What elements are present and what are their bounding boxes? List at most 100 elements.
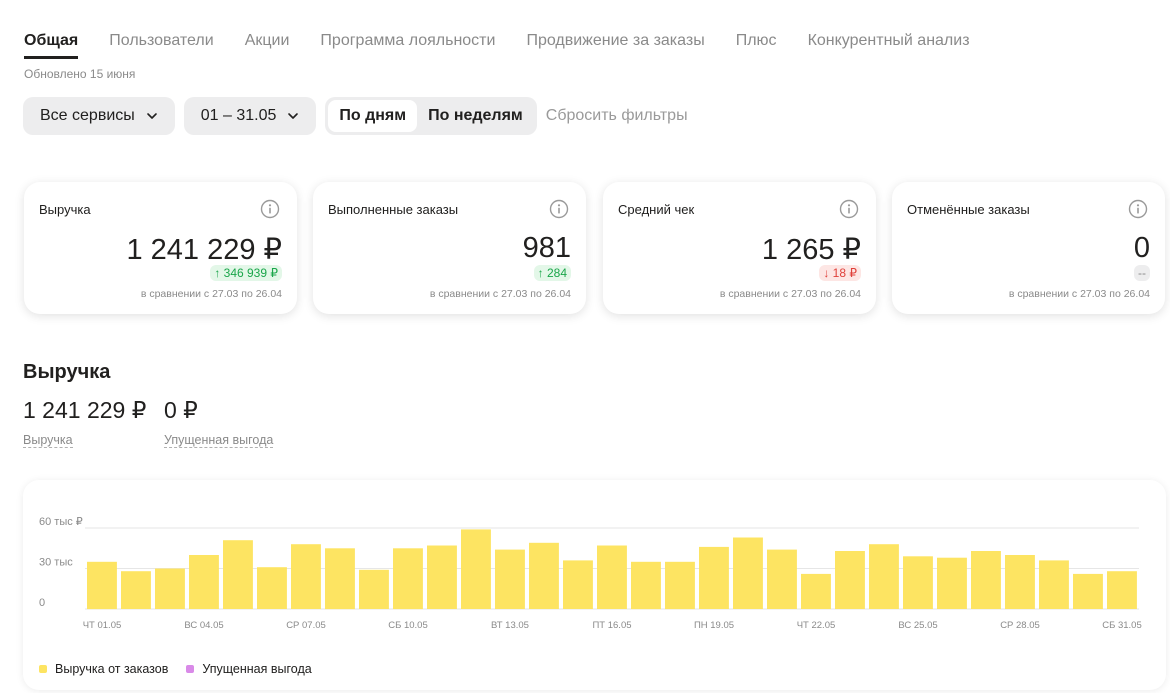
card-title: Средний чек (618, 202, 695, 217)
y-tick-label: 60 тыс ₽ (39, 516, 83, 528)
card-title: Отменённые заказы (907, 202, 1030, 217)
bar[interactable] (835, 551, 865, 609)
section-title: Выручка (23, 361, 111, 383)
card-average-check: Средний чек 1 265 ₽ ↓ 18 ₽ в сравнении с… (603, 182, 876, 314)
x-tick-label: ЧТ 22.05 (797, 620, 836, 631)
by-day-button[interactable]: По дням (328, 100, 418, 132)
bar[interactable] (291, 544, 321, 609)
bar[interactable] (631, 561, 661, 610)
card-title: Выполненные заказы (328, 202, 459, 217)
legend-swatch (39, 665, 47, 673)
reset-filters-link[interactable]: Сбросить фильтры (546, 107, 688, 125)
bar[interactable] (461, 529, 491, 609)
service-dropdown[interactable]: Все сервисы (23, 97, 175, 135)
x-tick-label: ПТ 16.05 (592, 620, 631, 631)
tab-loyalty[interactable]: Программа лояльности (320, 32, 495, 59)
bar[interactable] (393, 548, 423, 610)
info-icon[interactable] (1128, 199, 1148, 219)
tab-plus[interactable]: Плюс (736, 32, 777, 59)
bar[interactable] (903, 556, 933, 609)
revenue-chart: 60 тыс ₽ 30 тыс 0 ЧТ 01.05 ВС 04.05 СР 07.05 С… (23, 480, 1166, 690)
chart-legend: Выручка от заказов Упущенная выгода (39, 662, 312, 676)
bar[interactable] (597, 545, 627, 610)
x-tick-label: СР 07.05 (286, 620, 326, 631)
tab-general[interactable]: Общая (24, 32, 79, 59)
updated-date: Обновлено 15 июня (24, 67, 136, 81)
y-tick-label: 0 (39, 597, 45, 609)
bar[interactable] (87, 561, 117, 610)
x-tick-label: СБ 10.05 (388, 620, 428, 631)
comparison-period: в сравнении с 27.03 по 26.04 (429, 288, 571, 300)
comparison-period: в сравнении с 27.03 по 26.04 (1008, 288, 1150, 300)
card-cancelled-orders: Отменённые заказы 0 -- в сравнении с 27.… (892, 182, 1165, 314)
tab-order-promotion[interactable]: Продвижение за заказы (526, 32, 704, 59)
bar[interactable] (189, 555, 219, 609)
period-dropdown[interactable]: 01 – 31.05 (183, 97, 317, 135)
legend-item-lost-profit[interactable]: Упущенная выгода (186, 662, 312, 676)
bar[interactable] (427, 545, 457, 610)
period-dropdown-label: 01 – 31.05 (200, 107, 277, 124)
x-tick-label: ВС 25.05 (898, 620, 937, 631)
bar[interactable] (529, 542, 559, 609)
card-revenue: Выручка 1 241 229 ₽ ↑ 346 939 ₽ в сравне… (24, 182, 297, 314)
legend-label: Выручка от заказов (55, 662, 169, 676)
bar[interactable] (121, 571, 151, 609)
lost-profit-metric-toggle[interactable]: Упущенная выгода (164, 433, 274, 448)
chevron-down-icon (288, 113, 299, 119)
bar[interactable] (665, 561, 695, 610)
bar[interactable] (359, 569, 389, 609)
card-value: 981 (522, 232, 571, 264)
lost-profit-total: 0 ₽ (164, 397, 198, 423)
bar[interactable] (733, 537, 763, 610)
tab-competitor-analysis[interactable]: Конкурентный анализ (808, 32, 970, 59)
delta-badge: ↓ 18 ₽ (819, 265, 861, 281)
info-icon[interactable] (260, 199, 280, 219)
bar[interactable] (801, 573, 831, 609)
delta-badge: ↑ 346 939 ₽ (210, 265, 282, 281)
x-tick-label: ЧТ 01.05 (83, 620, 122, 631)
chevron-down-icon (146, 113, 157, 119)
x-tick-label: ВТ 13.05 (491, 620, 529, 631)
bar[interactable] (495, 549, 525, 609)
bar[interactable] (971, 551, 1001, 609)
delta-badge: -- (1134, 265, 1150, 281)
bar[interactable] (937, 557, 967, 609)
revenue-metric-toggle[interactable]: Выручка (23, 433, 73, 448)
tab-promotions[interactable]: Акции (245, 32, 290, 59)
card-title: Выручка (39, 202, 91, 217)
bar[interactable] (869, 544, 899, 609)
bar[interactable] (325, 548, 355, 610)
comparison-period: в сравнении с 27.03 по 26.04 (140, 288, 282, 300)
filters-bar: Все сервисы 01 – 31.05 По дням По неделя… (23, 97, 688, 135)
tab-users[interactable]: Пользователи (109, 32, 213, 59)
bar[interactable] (257, 567, 287, 609)
bar[interactable] (1039, 560, 1069, 609)
x-tick-label: СБ 31.05 (1102, 620, 1142, 631)
delta-badge: ↑ 284 (533, 265, 571, 281)
bar[interactable] (767, 549, 797, 609)
bar[interactable] (155, 568, 185, 610)
revenue-total: 1 241 229 ₽ (23, 397, 147, 423)
granularity-switch: По дням По неделям (325, 97, 537, 135)
x-tick-label: ПН 19.05 (694, 620, 734, 631)
info-icon[interactable] (839, 199, 859, 219)
legend-swatch (186, 665, 195, 673)
x-tick-label: ВС 04.05 (184, 620, 223, 631)
info-icon[interactable] (549, 199, 569, 219)
card-value: 1 241 229 ₽ (126, 234, 282, 266)
bar[interactable] (223, 540, 253, 609)
bar[interactable] (1005, 555, 1035, 609)
by-week-button[interactable]: По неделям (417, 100, 534, 132)
bar[interactable] (1073, 573, 1103, 609)
bar[interactable] (699, 546, 729, 609)
bar-chart: 60 тыс ₽ 30 тыс 0 ЧТ 01.05 ВС 04.05 СР 07.05 С… (39, 516, 1142, 631)
comparison-period: в сравнении с 27.03 по 26.04 (719, 288, 861, 300)
bar[interactable] (1107, 571, 1137, 609)
legend-label: Упущенная выгода (202, 662, 312, 676)
y-tick-label: 30 тыс (39, 557, 73, 569)
tab-bar: Общая Пользователи Акции Программа лояль… (24, 32, 970, 59)
card-completed-orders: Выполненные заказы 981 ↑ 284 в сравнении… (313, 182, 586, 314)
legend-item-revenue[interactable]: Выручка от заказов (39, 662, 168, 676)
card-value: 0 (1133, 232, 1150, 264)
bar[interactable] (563, 560, 593, 609)
